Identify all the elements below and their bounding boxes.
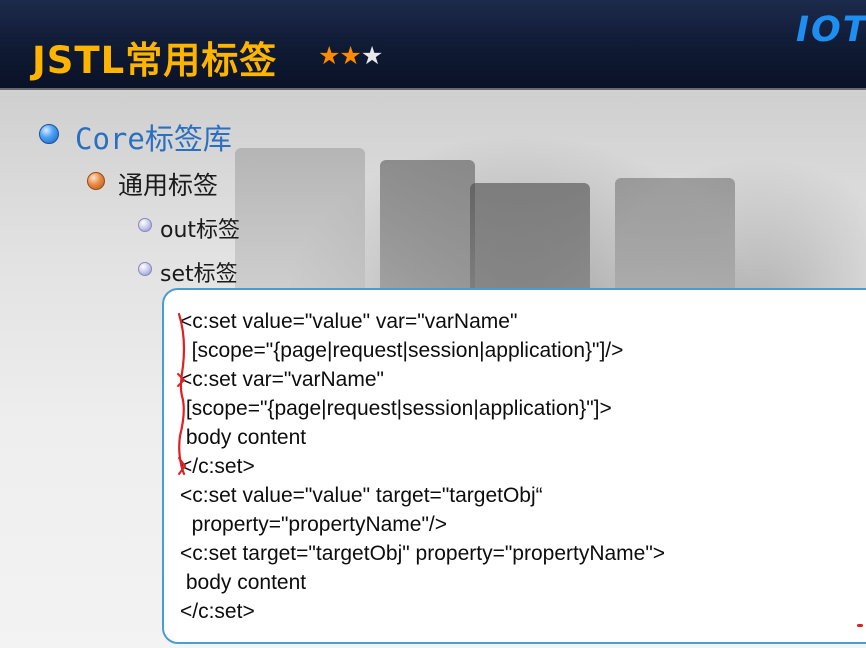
bullet-lavender-icon [138, 218, 152, 232]
background-screen-java [380, 160, 475, 300]
red-bracket-annotation [177, 312, 187, 476]
outline-level2: 通用标签 [118, 171, 219, 200]
star-filled-icon: ★ [339, 41, 361, 70]
code-line: <c:set target="targetObj" property="prop… [180, 542, 666, 565]
slide-header: JSTL常用标签 ★★★ IOT [0, 0, 866, 90]
code-line: property="propertyName"/> [180, 513, 448, 536]
code-line: <c:set value="value" target="targetObj“ [180, 484, 543, 507]
slide-title: JSTL常用标签 [32, 39, 278, 82]
bullet-lavender-icon [138, 262, 152, 276]
code-line: </c:set> [180, 600, 255, 623]
code-line: body content [180, 571, 307, 594]
star-empty-icon: ★ [360, 41, 383, 70]
iot-logo: IOT [796, 10, 866, 50]
difficulty-stars: ★★★ [318, 41, 383, 70]
outline-level1: Core标签库 [75, 122, 232, 156]
code-line: [scope="{page|request|session|applicatio… [180, 339, 624, 362]
outline-item-set: set标签 [160, 262, 238, 287]
code-line: [scope="{page|request|session|applicatio… [180, 397, 612, 420]
code-line: <c:set value="value" var="varName" [180, 310, 518, 333]
red-mark [857, 624, 863, 627]
code-line: <c:set var="varName" [180, 368, 384, 391]
bullet-blue-icon [39, 124, 59, 144]
code-line: body content [180, 426, 307, 449]
star-filled-icon: ★ [318, 41, 340, 70]
outline-item-out: out标签 [160, 218, 241, 243]
bullet-orange-icon [87, 172, 105, 190]
